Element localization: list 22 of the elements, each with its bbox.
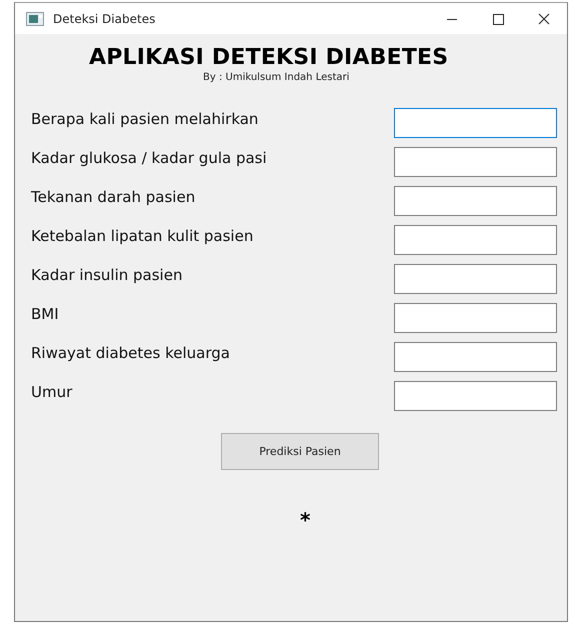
window-title: Deteksi Diabetes	[53, 12, 156, 26]
app-heading: APLIKASI DETEKSI DIABETES	[89, 45, 450, 70]
field-label: Umur	[31, 383, 72, 401]
field-label: Ketebalan lipatan kulit pasien	[31, 227, 254, 245]
input-field[interactable]	[394, 108, 557, 138]
input-field[interactable]	[394, 381, 557, 411]
input-field[interactable]	[394, 342, 557, 372]
input-field[interactable]	[394, 264, 557, 294]
field-label: Tekanan darah pasien	[31, 188, 196, 206]
window-icon	[26, 12, 44, 26]
result-text: *	[300, 508, 312, 532]
input-field[interactable]	[394, 303, 557, 333]
input-field[interactable]	[394, 147, 557, 177]
predict-button[interactable]: Prediksi Pasien	[221, 433, 379, 470]
field-label: BMI	[31, 305, 59, 323]
input-field[interactable]	[394, 186, 557, 216]
field-label: Riwayat diabetes keluarga	[31, 344, 230, 362]
author-text: By : Umikulsum Indah Lestari	[203, 72, 350, 83]
input-field[interactable]	[394, 225, 557, 255]
field-label: Kadar insulin pasien	[31, 266, 182, 284]
field-label: Kadar glukosa / kadar gula pasi	[31, 149, 267, 167]
field-label: Berapa kali pasien melahirkan	[31, 110, 258, 128]
